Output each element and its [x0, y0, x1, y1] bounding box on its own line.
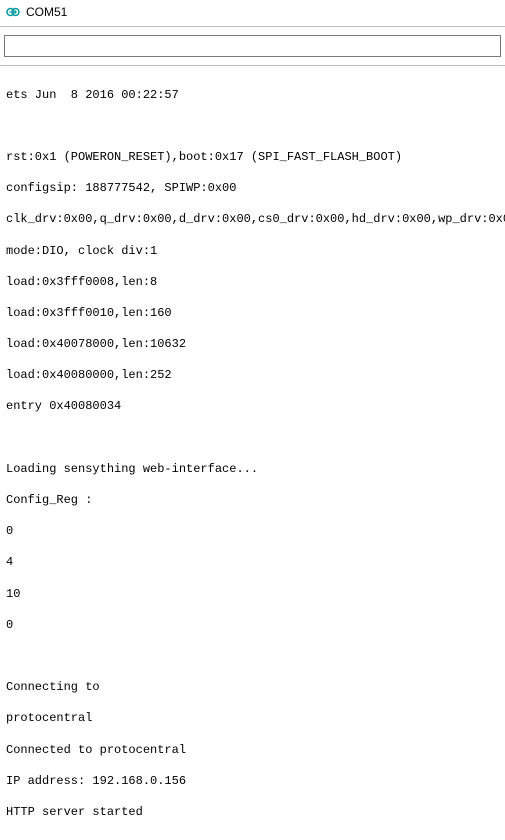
console-line: HTTP server started: [6, 805, 499, 821]
console-line: 10: [6, 587, 499, 603]
console-line: protocentral: [6, 711, 499, 727]
console-line: entry 0x40080034: [6, 399, 499, 415]
console-line: configsip: 188777542, SPIWP:0x00: [6, 181, 499, 197]
window-title: COM51: [26, 5, 67, 19]
console-line: mode:DIO, clock div:1: [6, 244, 499, 260]
console-line: load:0x3fff0010,len:160: [6, 306, 499, 322]
console-line: Loading sensything web-interface...: [6, 462, 499, 478]
serial-console: ets Jun 8 2016 00:22:57 rst:0x1 (POWERON…: [0, 68, 505, 840]
separator: [0, 65, 505, 66]
serial-input[interactable]: [4, 35, 501, 57]
console-line: rst:0x1 (POWERON_RESET),boot:0x17 (SPI_F…: [6, 150, 499, 166]
console-line: clk_drv:0x00,q_drv:0x00,d_drv:0x00,cs0_d…: [6, 212, 499, 228]
console-line: Connected to protocentral: [6, 743, 499, 759]
console-line: load:0x40080000,len:252: [6, 368, 499, 384]
console-line: 4: [6, 555, 499, 571]
console-line: [6, 431, 499, 447]
console-line: ets Jun 8 2016 00:22:57: [6, 88, 499, 104]
separator: [0, 26, 505, 27]
titlebar: COM51: [0, 0, 505, 24]
console-line: Config_Reg :: [6, 493, 499, 509]
console-line: IP address: 192.168.0.156: [6, 774, 499, 790]
console-line: [6, 649, 499, 665]
console-line: 0: [6, 524, 499, 540]
console-line: Connecting to: [6, 680, 499, 696]
arduino-icon: [6, 5, 20, 19]
input-row: [0, 29, 505, 63]
console-line: load:0x3fff0008,len:8: [6, 275, 499, 291]
console-line: 0: [6, 618, 499, 634]
console-line: load:0x40078000,len:10632: [6, 337, 499, 353]
console-line: [6, 119, 499, 135]
